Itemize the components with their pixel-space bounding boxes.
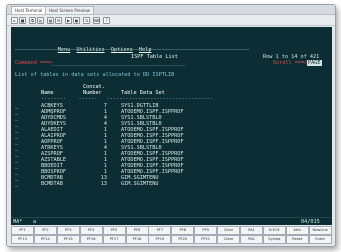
concat-number: 13: [100, 181, 107, 187]
fkey-button[interactable]: Clear: [217, 235, 241, 244]
fkey-button[interactable]: Attn: [285, 226, 309, 235]
keyboard-icon[interactable]: ⌨: [93, 17, 100, 24]
fkey-button[interactable]: PF3: [56, 226, 80, 235]
fkey-button[interactable]: PF2: [33, 226, 57, 235]
fkey-button[interactable]: PF6: [125, 226, 149, 235]
menu-divider: ────────────────────────────────────────…: [15, 47, 250, 53]
fkey-button[interactable]: PF1: [11, 226, 34, 235]
status-indicator: MA*: [13, 219, 23, 225]
command-input[interactable]: ________________________________________…: [51, 60, 185, 66]
tab-host-terminal[interactable]: Host Terminal: [11, 6, 47, 14]
paste-icon[interactable]: ▤: [37, 17, 44, 24]
print-icon[interactable]: ▦: [47, 17, 54, 24]
macro-icon[interactable]: ▶: [65, 17, 72, 24]
fkey-button[interactable]: PF7: [148, 226, 172, 235]
fkey-button[interactable]: Reset: [285, 235, 309, 244]
settings-icon[interactable]: ⚙: [55, 17, 62, 24]
fkey-button[interactable]: PF5: [102, 226, 126, 235]
fkey-button[interactable]: Sysreq: [262, 235, 286, 244]
fkey-button[interactable]: PF16: [79, 235, 103, 244]
fkey-button[interactable]: Enter: [308, 235, 332, 244]
terminal-emulator-window: Host Terminal Host Screen Preview ▸ ■ ⧉ …: [6, 4, 336, 247]
status-line: MA* a 04/015: [11, 217, 332, 225]
scroll-label: Scroll ===>: [273, 60, 308, 66]
scroll-value[interactable]: PAGE: [307, 60, 322, 66]
terminal-screen[interactable]: Menu Utilities Options Help ────────────…: [11, 27, 332, 225]
header-rule: -------- ------ ------------------------…: [41, 96, 213, 102]
fkey-button[interactable]: ErEOF: [262, 226, 286, 235]
fkey-button[interactable]: PA1: [240, 226, 263, 235]
help-icon[interactable]: ?: [103, 17, 110, 24]
scroll-field[interactable]: PAGE: [307, 60, 322, 66]
fkey-button[interactable]: PF19: [148, 235, 172, 244]
function-key-bar: PF1 PF2 PF3 PF4 PF5 PF6 PF7 PF8 PF9 Clear PA1 ErEOF…: [11, 226, 332, 244]
tab-bar: Host Terminal Host Screen Preview: [7, 5, 335, 15]
fkey-button[interactable]: PF21: [194, 235, 218, 244]
status-session: a: [33, 219, 37, 225]
table-data-set: GIM.SGIMTENU: [121, 181, 159, 187]
copy-icon[interactable]: ⧉: [29, 17, 36, 24]
list-description: List of tables in data sets allocated to…: [15, 72, 175, 78]
fkey-button[interactable]: PF8: [171, 226, 195, 235]
fkey-button[interactable]: PF4: [79, 226, 103, 235]
fkey-button[interactable]: PF18: [125, 235, 149, 244]
fkey-button[interactable]: PA2: [240, 235, 263, 244]
fkey-button[interactable]: Clear: [217, 226, 241, 235]
disconnect-icon[interactable]: ■: [19, 17, 26, 24]
fkey-button[interactable]: PF20: [171, 235, 195, 244]
tab-host-screen-preview[interactable]: Host Screen Preview: [45, 6, 94, 14]
fkey-button[interactable]: PF14: [33, 235, 57, 244]
toolbar: ▸ ■ ⧉ ▤ ▦ ⚙ ▶ ● ⇅ ⌨ ?: [7, 15, 335, 26]
command-label: Command ===>: [15, 60, 53, 66]
record-icon[interactable]: ●: [73, 17, 80, 24]
fkey-button[interactable]: PF17: [102, 235, 126, 244]
row-select-field[interactable]: _: [15, 181, 18, 187]
fkey-button[interactable]: PF15: [56, 235, 80, 244]
cursor-position: 04/015: [301, 219, 320, 225]
fkey-button[interactable]: NewLine: [308, 226, 332, 235]
table-name: BCMDTAB: [41, 181, 63, 187]
fkey-button[interactable]: PF13: [11, 235, 34, 244]
transfer-icon[interactable]: ⇅: [83, 17, 90, 24]
fkey-button[interactable]: PF9: [194, 226, 218, 235]
connect-icon[interactable]: ▸: [11, 17, 18, 24]
